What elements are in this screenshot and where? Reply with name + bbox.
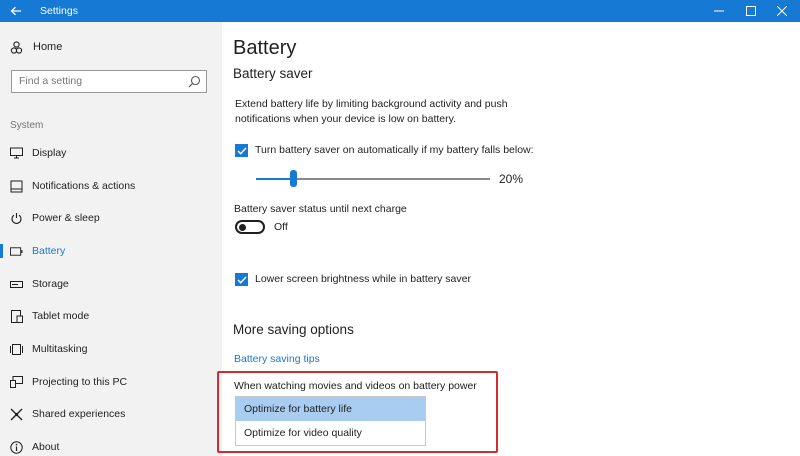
battery-saver-description: Extend battery life by limiting backgrou…	[235, 98, 508, 125]
back-arrow-icon	[10, 6, 21, 16]
sidebar-item-multitasking[interactable]: Multitasking	[0, 334, 222, 364]
active-indicator	[0, 244, 3, 258]
sidebar-item-power-sleep[interactable]: Power & sleep	[0, 203, 222, 233]
threshold-slider-thumb[interactable]	[290, 170, 297, 187]
sidebar-item-label: Projecting to this PC	[32, 376, 128, 388]
search-icon	[188, 75, 201, 88]
checkmark-icon	[236, 275, 247, 284]
sidebar-item-label: About	[32, 441, 60, 453]
maximize-button[interactable]	[737, 0, 765, 22]
sidebar-item-label: Multitasking	[32, 343, 88, 355]
option-video-quality[interactable]: Optimize for video quality	[236, 421, 425, 445]
tablet-icon	[10, 309, 23, 323]
storage-icon	[10, 278, 23, 291]
sidebar-item-projecting[interactable]: Projecting to this PC	[0, 367, 222, 397]
sidebar: Home Find a setting System Display Notif…	[0, 22, 222, 456]
sidebar-item-about[interactable]: About	[0, 432, 222, 456]
sidebar-item-battery[interactable]: Battery	[0, 236, 222, 266]
close-button[interactable]	[768, 0, 796, 22]
sidebar-item-label: Display	[32, 147, 67, 159]
battery-icon	[10, 245, 23, 258]
back-button[interactable]	[0, 0, 32, 22]
battery-saver-status-toggle[interactable]	[235, 220, 265, 234]
video-playback-label: When watching movies and videos on batte…	[234, 380, 477, 392]
sidebar-item-display[interactable]: Display	[0, 138, 222, 168]
multitasking-icon	[10, 343, 23, 356]
toggle-knob	[239, 224, 246, 231]
lower-brightness-label: Lower screen brightness while in battery…	[255, 273, 471, 285]
maximize-icon	[746, 6, 756, 16]
auto-battery-saver-checkbox[interactable]	[235, 144, 248, 157]
section-header-system: System	[10, 120, 44, 131]
shared-experiences-icon	[10, 408, 23, 421]
home-button[interactable]: Home	[10, 40, 62, 54]
window-title: Settings	[40, 5, 78, 17]
projecting-icon	[10, 376, 23, 389]
close-icon	[777, 6, 787, 16]
auto-battery-saver-label: Turn battery saver on automatically if m…	[255, 144, 534, 156]
threshold-value: 20%	[499, 172, 524, 186]
power-icon	[10, 212, 23, 225]
main-content: Battery Battery saver Extend battery lif…	[222, 22, 800, 456]
checkmark-icon	[236, 146, 247, 155]
about-icon	[10, 440, 23, 454]
sidebar-item-label: Notifications & actions	[32, 180, 136, 192]
minimize-button[interactable]	[705, 0, 733, 22]
sidebar-item-label: Power & sleep	[32, 212, 100, 224]
sidebar-item-label: Battery	[32, 245, 66, 257]
video-playback-dropdown[interactable]: Optimize for battery life Optimize for v…	[235, 396, 426, 446]
sidebar-item-shared-experiences[interactable]: Shared experiences	[0, 399, 222, 429]
notifications-icon	[10, 180, 23, 193]
battery-saving-tips-link[interactable]: Battery saving tips	[234, 353, 320, 365]
title-bar: Settings	[0, 0, 800, 22]
more-saving-options-heading: More saving options	[233, 322, 354, 337]
display-icon	[10, 147, 23, 160]
page-title: Battery	[233, 37, 297, 59]
sidebar-item-storage[interactable]: Storage	[0, 269, 222, 299]
search-placeholder: Find a setting	[19, 75, 83, 87]
battery-saver-status-label: Battery saver status until next charge	[234, 203, 407, 215]
minimize-icon	[714, 10, 724, 12]
toggle-state-label: Off	[274, 221, 288, 233]
sidebar-item-label: Tablet mode	[32, 310, 90, 322]
sidebar-item-label: Storage	[32, 278, 69, 290]
battery-saver-heading: Battery saver	[233, 66, 313, 81]
sidebar-item-notifications[interactable]: Notifications & actions	[0, 171, 222, 201]
lower-brightness-checkbox[interactable]	[235, 273, 248, 286]
home-icon	[10, 40, 24, 54]
sidebar-item-tablet-mode[interactable]: Tablet mode	[0, 301, 222, 331]
home-label: Home	[33, 41, 63, 53]
threshold-slider-fill	[256, 178, 294, 180]
option-battery-life[interactable]: Optimize for battery life	[236, 397, 425, 421]
sidebar-item-label: Shared experiences	[32, 408, 126, 420]
search-input[interactable]: Find a setting	[11, 70, 207, 93]
